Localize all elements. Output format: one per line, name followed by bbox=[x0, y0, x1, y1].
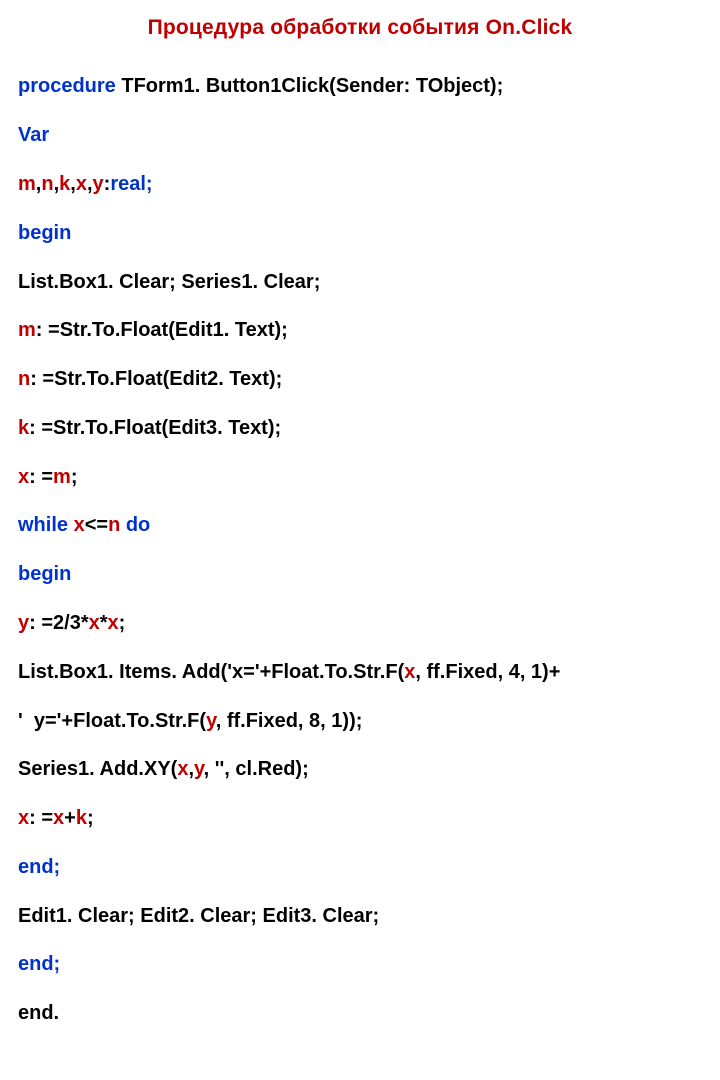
var: x bbox=[18, 807, 29, 829]
var: x bbox=[74, 514, 85, 536]
keyword: end; bbox=[18, 856, 60, 878]
var: x bbox=[108, 612, 119, 634]
code-line: procedure TForm1. Button1Click(Sender: T… bbox=[18, 74, 702, 98]
var: m bbox=[53, 466, 71, 488]
code-text: <= bbox=[85, 514, 108, 536]
var: n bbox=[108, 514, 120, 536]
var: m bbox=[18, 319, 36, 341]
code-text: List.Box1. Clear; Series1. Clear; bbox=[18, 271, 320, 293]
code-text: : =Str.To.Float(Edit2. Text); bbox=[30, 368, 282, 390]
code-text: : =Str.To.Float(Edit1. Text); bbox=[36, 319, 288, 341]
var: k bbox=[59, 173, 70, 195]
code-line: Series1. Add.XY(x,y, '', cl.Red); bbox=[18, 757, 702, 781]
code-text: , ff.Fixed, 4, 1)+ bbox=[415, 661, 560, 683]
code-text: + bbox=[64, 807, 76, 829]
keyword: begin bbox=[18, 563, 71, 585]
code-line: n: =Str.To.Float(Edit2. Text); bbox=[18, 367, 702, 391]
code-text: : =Str.To.Float(Edit3. Text); bbox=[29, 417, 281, 439]
slide-title: Процедура обработки события On.Click bbox=[18, 16, 702, 40]
keyword: real; bbox=[110, 173, 152, 195]
code-text: ; bbox=[71, 466, 78, 488]
code-line: k: =Str.To.Float(Edit3. Text); bbox=[18, 416, 702, 440]
var: x bbox=[18, 466, 29, 488]
code-line: begin bbox=[18, 562, 702, 586]
code-line: Var bbox=[18, 123, 702, 147]
code-text: : =2/3* bbox=[29, 612, 88, 634]
code-line: List.Box1. Clear; Series1. Clear; bbox=[18, 270, 702, 294]
code-text: , '', cl.Red); bbox=[204, 758, 309, 780]
code-text: , ff.Fixed, 8, 1)); bbox=[216, 710, 363, 732]
code-line: List.Box1. Items. Add('x='+Float.To.Str.… bbox=[18, 660, 702, 684]
code-text: Series1. Add.XY( bbox=[18, 758, 177, 780]
var: m bbox=[18, 173, 36, 195]
code-block: procedure TForm1. Button1Click(Sender: T… bbox=[18, 50, 702, 1074]
var: n bbox=[18, 368, 30, 390]
code-line: y: =2/3*x*x; bbox=[18, 611, 702, 635]
code-line: Edit1. Clear; Edit2. Clear; Edit3. Clear… bbox=[18, 904, 702, 928]
slide: Процедура обработки события On.Click pro… bbox=[0, 0, 720, 1080]
var: x bbox=[404, 661, 415, 683]
keyword: Var bbox=[18, 124, 49, 146]
var: y bbox=[93, 173, 104, 195]
var: y bbox=[194, 758, 204, 780]
var: x bbox=[177, 758, 188, 780]
keyword: do bbox=[120, 514, 150, 536]
var: x bbox=[76, 173, 87, 195]
code-text: ' y='+Float.To.Str.F( bbox=[18, 710, 206, 732]
var: k bbox=[76, 807, 87, 829]
var: y bbox=[206, 710, 216, 732]
var: n bbox=[41, 173, 53, 195]
keyword: begin bbox=[18, 222, 71, 244]
code-text: : = bbox=[29, 466, 53, 488]
code-line: end. bbox=[18, 1001, 702, 1025]
code-text: end. bbox=[18, 1002, 59, 1024]
code-text: : = bbox=[29, 807, 53, 829]
var: x bbox=[53, 807, 64, 829]
code-text: List.Box1. Items. Add('x='+Float.To.Str.… bbox=[18, 661, 404, 683]
var: x bbox=[89, 612, 100, 634]
code-line: x: =m; bbox=[18, 465, 702, 489]
keyword: procedure bbox=[18, 75, 116, 97]
code-line: m: =Str.To.Float(Edit1. Text); bbox=[18, 318, 702, 342]
code-text: Edit1. Clear; Edit2. Clear; Edit3. Clear… bbox=[18, 905, 379, 927]
code-text: * bbox=[100, 612, 108, 634]
keyword: end; bbox=[18, 953, 60, 975]
code-text: TForm1. Button1Click(Sender: TObject); bbox=[116, 75, 503, 97]
code-text: ; bbox=[119, 612, 126, 634]
code-line: while x<=n do bbox=[18, 513, 702, 537]
code-line: ' y='+Float.To.Str.F(y, ff.Fixed, 8, 1))… bbox=[18, 709, 702, 733]
code-line: end; bbox=[18, 952, 702, 976]
var: k bbox=[18, 417, 29, 439]
code-text: ; bbox=[87, 807, 94, 829]
code-line: end; bbox=[18, 855, 702, 879]
code-line: begin bbox=[18, 221, 702, 245]
var: y bbox=[18, 612, 29, 634]
code-line: x: =x+k; bbox=[18, 806, 702, 830]
code-line: m,n,k,x,y:real; bbox=[18, 172, 702, 196]
keyword: while bbox=[18, 514, 74, 536]
